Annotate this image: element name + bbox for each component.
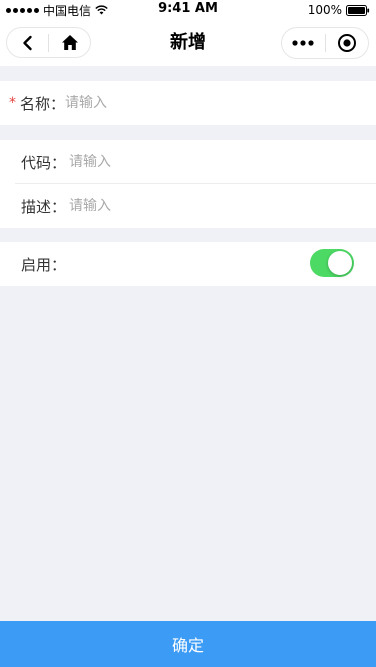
description-input[interactable]: [69, 198, 376, 214]
nav-capsule-right: [281, 27, 369, 59]
close-miniprogram-button[interactable]: [326, 28, 369, 58]
form-group-enabled: 启用：: [0, 242, 376, 286]
target-circle-icon: [337, 34, 356, 52]
enabled-label: 启用：: [21, 255, 67, 274]
more-button[interactable]: [282, 28, 325, 58]
description-label: 描述：: [21, 197, 67, 216]
name-row: * 名称：: [0, 81, 376, 125]
code-input[interactable]: [69, 154, 376, 170]
name-input[interactable]: [65, 95, 376, 111]
description-row: 描述：: [0, 184, 376, 228]
switch-knob: [328, 251, 352, 275]
battery-icon: [346, 4, 370, 16]
enabled-row: 启用：: [0, 242, 376, 286]
code-label: 代码：: [21, 153, 67, 172]
status-bar: 中国电信 9:41 AM 100%: [0, 0, 376, 20]
confirm-button[interactable]: 确定: [0, 621, 376, 667]
form-group-name: * 名称：: [0, 81, 376, 125]
status-right: 100%: [308, 2, 370, 18]
name-label: 名称：: [20, 94, 66, 113]
nav-bar: 新增: [0, 20, 376, 66]
form-group-details: 代码： 描述：: [0, 140, 376, 228]
code-row: 代码：: [0, 140, 376, 184]
more-dots-icon: [292, 40, 314, 46]
battery-percent: 100%: [307, 3, 342, 17]
required-mark: *: [9, 95, 16, 111]
enabled-switch[interactable]: [310, 249, 354, 277]
